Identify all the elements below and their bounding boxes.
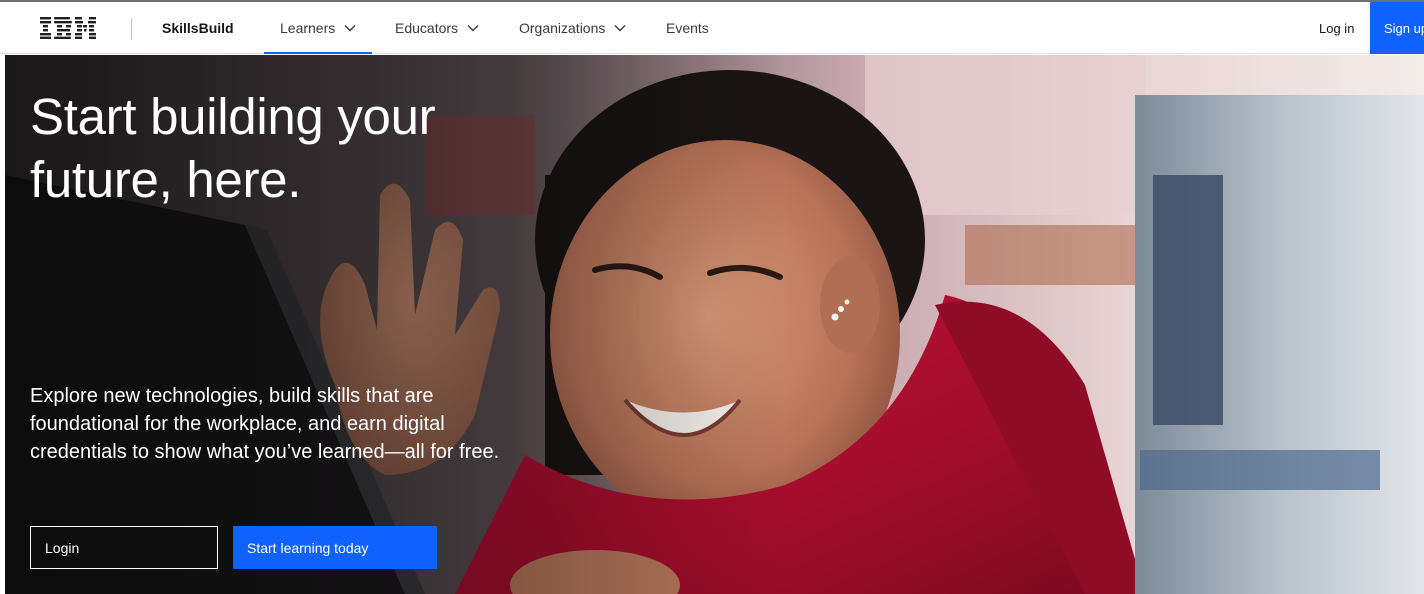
nav-item-learners[interactable]: Learners <box>263 2 373 54</box>
masthead: SkillsBuild Learners Educators Organizat… <box>0 2 1424 54</box>
brand-skillsbuild[interactable]: SkillsBuild <box>162 20 234 36</box>
hero-description: Explore new technologies, build skills t… <box>30 385 500 463</box>
nav-item-organizations[interactable]: Organizations <box>519 2 626 54</box>
nav-item-events[interactable]: Events <box>666 2 709 54</box>
hero-banner: Start building your future, here. Explor… <box>5 55 1424 594</box>
chevron-down-icon <box>614 25 626 32</box>
login-link[interactable]: Log in <box>1319 2 1354 54</box>
signup-button[interactable]: Sign up <box>1370 2 1424 54</box>
nav-item-label: Learners <box>280 20 336 36</box>
hero-title-line-1: Start building your <box>30 88 436 145</box>
hero-title-line-2: future, here. <box>30 151 302 208</box>
nav-item-educators[interactable]: Educators <box>395 2 479 54</box>
nav-item-label: Organizations <box>519 20 606 36</box>
chevron-down-icon <box>344 25 356 32</box>
nav-divider <box>131 18 132 40</box>
hero-login-button[interactable]: Login <box>30 526 218 569</box>
nav-item-label: Events <box>666 20 709 36</box>
hero-title: Start building your future, here. <box>30 85 550 211</box>
ibm-logo-icon[interactable] <box>40 17 96 39</box>
chevron-down-icon <box>467 25 479 32</box>
start-learning-button[interactable]: Start learning today <box>233 526 437 569</box>
page: SkillsBuild Learners Educators Organizat… <box>0 0 1424 594</box>
nav-item-label: Educators <box>395 20 459 36</box>
